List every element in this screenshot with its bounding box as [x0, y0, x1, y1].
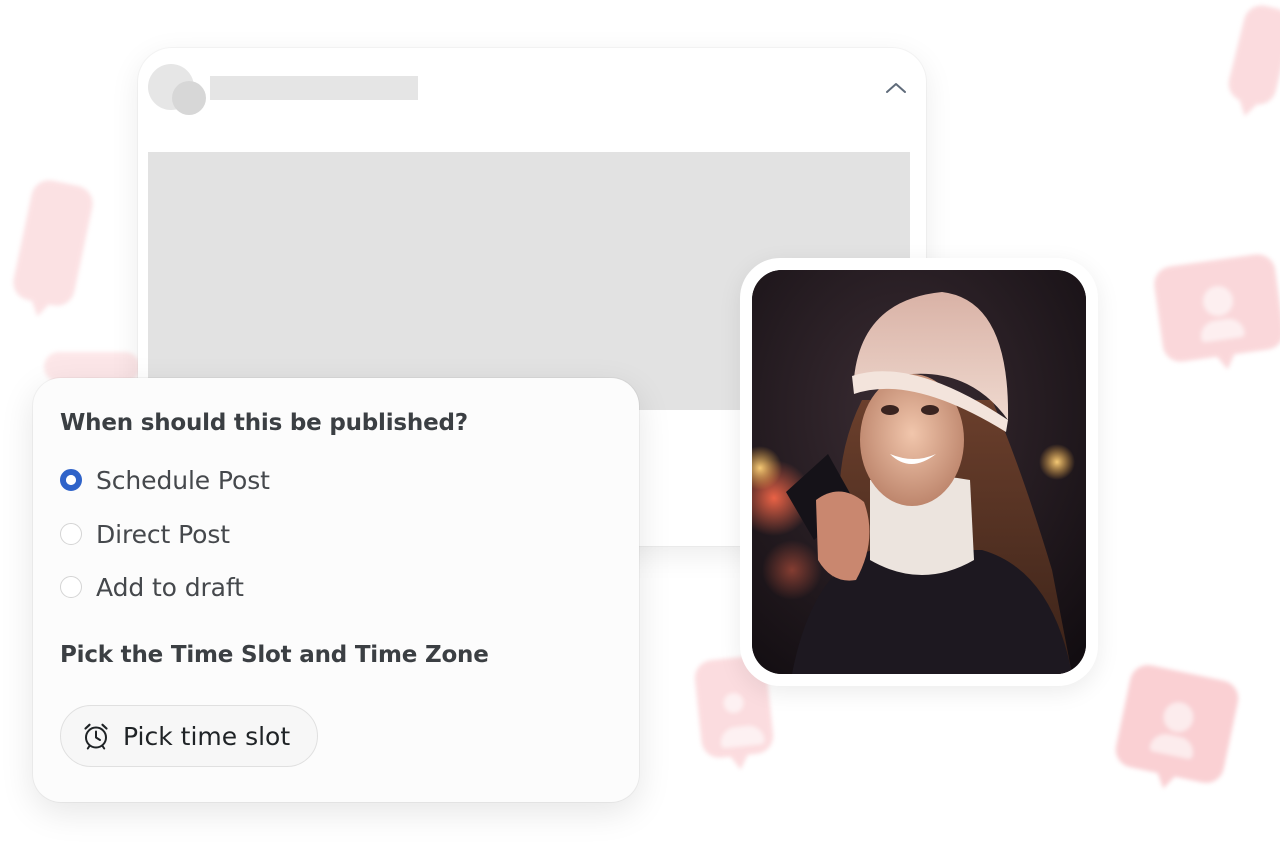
direct-post-radio[interactable]	[60, 523, 82, 545]
schedule-post-label: Schedule Post	[96, 465, 270, 495]
schedule-post-radio[interactable]	[60, 469, 82, 491]
woman-with-phone-photo	[752, 270, 1086, 674]
photo-card	[740, 258, 1098, 686]
avatar-placeholder-secondary	[172, 81, 206, 115]
account-name-placeholder	[210, 76, 418, 100]
decorative-bubble-top-right	[1224, 1, 1280, 109]
option-add-to-draft[interactable]: Add to draft	[60, 572, 244, 602]
alarm-clock-icon	[84, 723, 108, 750]
pick-time-slot-button[interactable]: Pick time slot	[60, 705, 319, 767]
direct-post-label: Direct Post	[96, 519, 231, 549]
add-to-draft-label: Add to draft	[96, 572, 244, 602]
option-direct-post[interactable]: Direct Post	[60, 519, 230, 549]
add-to-draft-radio[interactable]	[60, 576, 82, 598]
time-slot-heading: Pick the Time Slot and Time Zone	[60, 642, 489, 668]
decorative-bubble-left	[9, 176, 97, 310]
publish-options-panel: When should this be published? Schedule …	[33, 378, 639, 802]
pick-time-slot-label: Pick time slot	[123, 721, 291, 751]
publish-question-heading: When should this be published?	[60, 410, 468, 436]
decorative-user-bubble-bottom-right	[1112, 661, 1242, 787]
option-schedule-post[interactable]: Schedule Post	[60, 465, 270, 495]
chevron-up-icon[interactable]	[884, 76, 908, 100]
decorative-user-bubble-right	[1151, 251, 1280, 365]
